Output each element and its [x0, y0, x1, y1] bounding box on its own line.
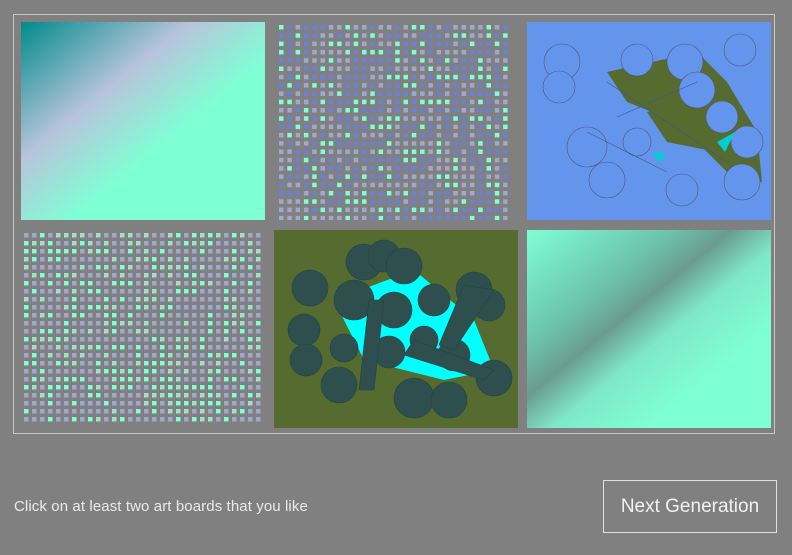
- art-board-3[interactable]: [527, 22, 771, 220]
- page: Click on at least two art boards that yo…: [0, 0, 792, 555]
- art-board-2[interactable]: [276, 22, 520, 220]
- art-board-1-canvas: [21, 22, 265, 220]
- art-board-1[interactable]: [21, 22, 265, 220]
- art-board-5[interactable]: [274, 230, 518, 428]
- art-board-gallery: [13, 14, 775, 434]
- next-generation-button[interactable]: Next Generation: [603, 480, 777, 533]
- art-board-5-canvas: [274, 230, 518, 428]
- art-board-6-canvas: [527, 230, 771, 428]
- art-board-3-canvas: [527, 22, 771, 220]
- art-board-6[interactable]: [527, 230, 771, 428]
- art-board-4-canvas: [21, 230, 265, 428]
- art-board-2-canvas: [276, 22, 520, 220]
- art-board-4[interactable]: [21, 230, 265, 428]
- instruction-text: Click on at least two art boards that yo…: [14, 498, 308, 515]
